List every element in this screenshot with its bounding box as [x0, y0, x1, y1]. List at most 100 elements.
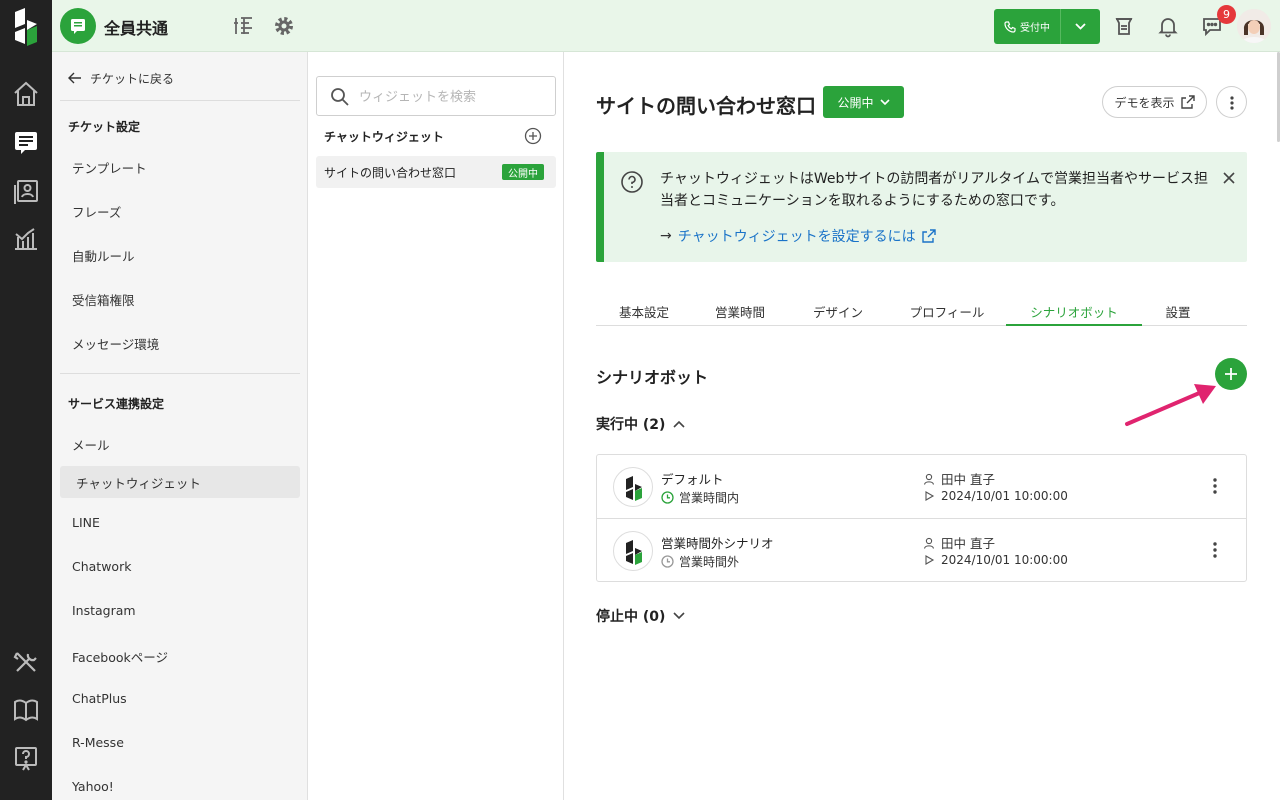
info-banner: チャットウィジェットはWebサイトの訪問者がリアルタイムで営業担当者やサービス担…	[596, 152, 1247, 262]
chevron-down-icon	[673, 612, 685, 620]
clock-icon	[661, 491, 674, 504]
play-icon	[925, 491, 935, 501]
sidebar-item-facebook[interactable]: Facebookページ	[72, 647, 168, 666]
gear-icon[interactable]	[272, 14, 296, 38]
show-demo-label: デモを表示	[1114, 95, 1175, 110]
more-vertical-icon	[1230, 96, 1234, 110]
back-to-tickets-link[interactable]: チケットに戻る	[68, 68, 174, 88]
running-group-label: 実行中 (2)	[596, 417, 666, 433]
left-rail	[0, 0, 52, 800]
bell-icon[interactable]	[1156, 14, 1180, 38]
widget-search-input[interactable]	[359, 86, 549, 108]
link-arrow: →	[660, 228, 672, 244]
status-badge: 公開中	[502, 164, 544, 180]
availability-status-main[interactable]: 受付中	[994, 9, 1060, 44]
sidebar-item-chat-widget[interactable]: チャットウィジェット	[60, 466, 300, 498]
search-icon	[331, 88, 349, 106]
availability-status-label: 受付中	[1020, 23, 1050, 34]
sidebar-item-mail[interactable]: メール	[72, 435, 110, 454]
availability-status-button[interactable]: 受付中	[994, 9, 1100, 44]
sidebar-item-template[interactable]: テンプレート	[72, 158, 147, 177]
chevron-down-icon[interactable]	[1061, 9, 1100, 44]
scenario-hours: 営業時間外	[661, 553, 739, 570]
contacts-icon[interactable]	[12, 176, 40, 204]
divider	[60, 100, 300, 101]
publish-status-label: 公開中	[837, 95, 874, 110]
sidebar-item-chatplus[interactable]: ChatPlus	[72, 691, 127, 706]
scenario-date-label: 2024/10/01 10:00:00	[941, 553, 1068, 567]
guide-book-icon[interactable]	[12, 696, 40, 724]
stopped-group-toggle[interactable]: 停止中 (0)	[596, 606, 685, 626]
user-avatar[interactable]	[1237, 9, 1271, 43]
page-title: サイトの問い合わせ窓口	[596, 94, 816, 118]
top-header: 全員共通 受付中 9	[52, 0, 1280, 52]
scenario-owner-label: 田中 直子	[941, 536, 995, 551]
publish-status-dropdown[interactable]: 公開中	[823, 86, 904, 118]
tab-installation[interactable]: 設置	[1142, 302, 1214, 326]
workspace-title: 全員共通	[104, 19, 169, 38]
sidebar-item-chatwork[interactable]: Chatwork	[72, 559, 131, 574]
more-vertical-icon[interactable]	[1211, 477, 1219, 495]
scenario-owner-label: 田中 直子	[941, 472, 995, 487]
scenario-row[interactable]: 営業時間外シナリオ 営業時間外 田中 直子 2024/10/01 10:00:0…	[597, 518, 1246, 581]
bot-avatar	[613, 467, 653, 507]
home-icon[interactable]	[12, 80, 40, 108]
tab-scenario-bot[interactable]: シナリオボット	[1006, 302, 1142, 326]
app-logo-icon	[626, 540, 642, 565]
workspace-icon[interactable]	[60, 8, 96, 44]
info-text: チャットウィジェットはWebサイトの訪問者がリアルタイムで営業担当者やサービス担…	[660, 171, 1208, 209]
sidebar-item-line[interactable]: LINE	[72, 515, 100, 530]
running-scenarios-list: デフォルト 営業時間内 田中 直子 2024/10/01 10:00:00 営業…	[596, 454, 1247, 582]
play-icon	[925, 555, 935, 565]
scenario-name: デフォルト	[661, 472, 724, 487]
scenario-owner: 田中 直子	[923, 469, 995, 488]
user-icon	[923, 537, 935, 549]
widget-search[interactable]	[316, 76, 556, 116]
scenario-hours-label: 営業時間内	[679, 491, 740, 505]
chevron-up-icon	[673, 420, 685, 428]
reports-icon[interactable]	[12, 224, 40, 252]
external-link-icon	[921, 229, 936, 243]
phone-icon	[1004, 20, 1016, 33]
tab-basic-settings[interactable]: 基本設定	[596, 302, 692, 326]
running-group-toggle[interactable]: 実行中 (2)	[596, 414, 685, 434]
help-icon[interactable]	[12, 744, 40, 772]
tools-icon[interactable]	[12, 648, 40, 676]
settings-tabs: 基本設定 営業時間 デザイン プロフィール シナリオボット 設置	[596, 296, 1247, 326]
scenario-date-label: 2024/10/01 10:00:00	[941, 489, 1068, 503]
sidebar-item-auto-rules[interactable]: 自動ルール	[72, 246, 135, 265]
sidebar-item-inbox-permissions[interactable]: 受信箱権限	[72, 290, 135, 309]
sidebar-item-phrases[interactable]: フレーズ	[72, 202, 121, 221]
tab-business-hours[interactable]: 営業時間	[692, 302, 788, 326]
annotation-arrow-icon	[1125, 384, 1216, 426]
sidebar-item-instagram[interactable]: Instagram	[72, 603, 136, 618]
scenario-owner: 田中 直子	[923, 533, 995, 552]
clock-icon	[661, 555, 674, 568]
tab-profile[interactable]: プロフィール	[888, 302, 1006, 326]
sidebar-item-message-env[interactable]: メッセージ環境	[72, 334, 159, 353]
more-options-button[interactable]	[1216, 86, 1247, 118]
filter-settings-icon[interactable]	[232, 14, 256, 38]
tab-design[interactable]: デザイン	[788, 302, 888, 326]
external-link-icon	[1180, 95, 1195, 109]
setup-guide-link[interactable]: → チャットウィジェットを設定するには	[660, 226, 936, 246]
more-vertical-icon[interactable]	[1211, 541, 1219, 559]
notification-count-badge: 9	[1217, 5, 1236, 24]
widget-list-item[interactable]: サイトの問い合わせ窓口 公開中	[316, 156, 556, 188]
scenario-date: 2024/10/01 10:00:00	[923, 553, 1068, 567]
tickets-icon[interactable]	[12, 128, 40, 156]
sidebar-item-r-messe[interactable]: R-Messe	[72, 735, 124, 750]
add-circle-icon[interactable]	[524, 127, 542, 145]
sidebar-item-yahoo[interactable]: Yahoo!	[72, 779, 114, 794]
main-content: サイトの問い合わせ窓口 公開中 デモを表示 チャットウィジェットはWebサイトの…	[564, 52, 1280, 800]
show-demo-button[interactable]: デモを表示	[1102, 86, 1207, 118]
close-icon[interactable]	[1221, 170, 1237, 186]
setup-guide-label: チャットウィジェットを設定するには	[677, 229, 916, 245]
widget-list-panel: チャットウィジェット サイトの問い合わせ窓口 公開中	[308, 52, 564, 800]
divider	[60, 373, 300, 374]
app-logo-icon[interactable]	[12, 6, 40, 46]
scenario-row[interactable]: デフォルト 営業時間内 田中 直子 2024/10/01 10:00:00	[597, 455, 1246, 518]
section-integrations: サービス連携設定	[68, 397, 165, 411]
scenario-hours: 営業時間内	[661, 489, 739, 506]
announcement-icon[interactable]	[1112, 14, 1136, 38]
